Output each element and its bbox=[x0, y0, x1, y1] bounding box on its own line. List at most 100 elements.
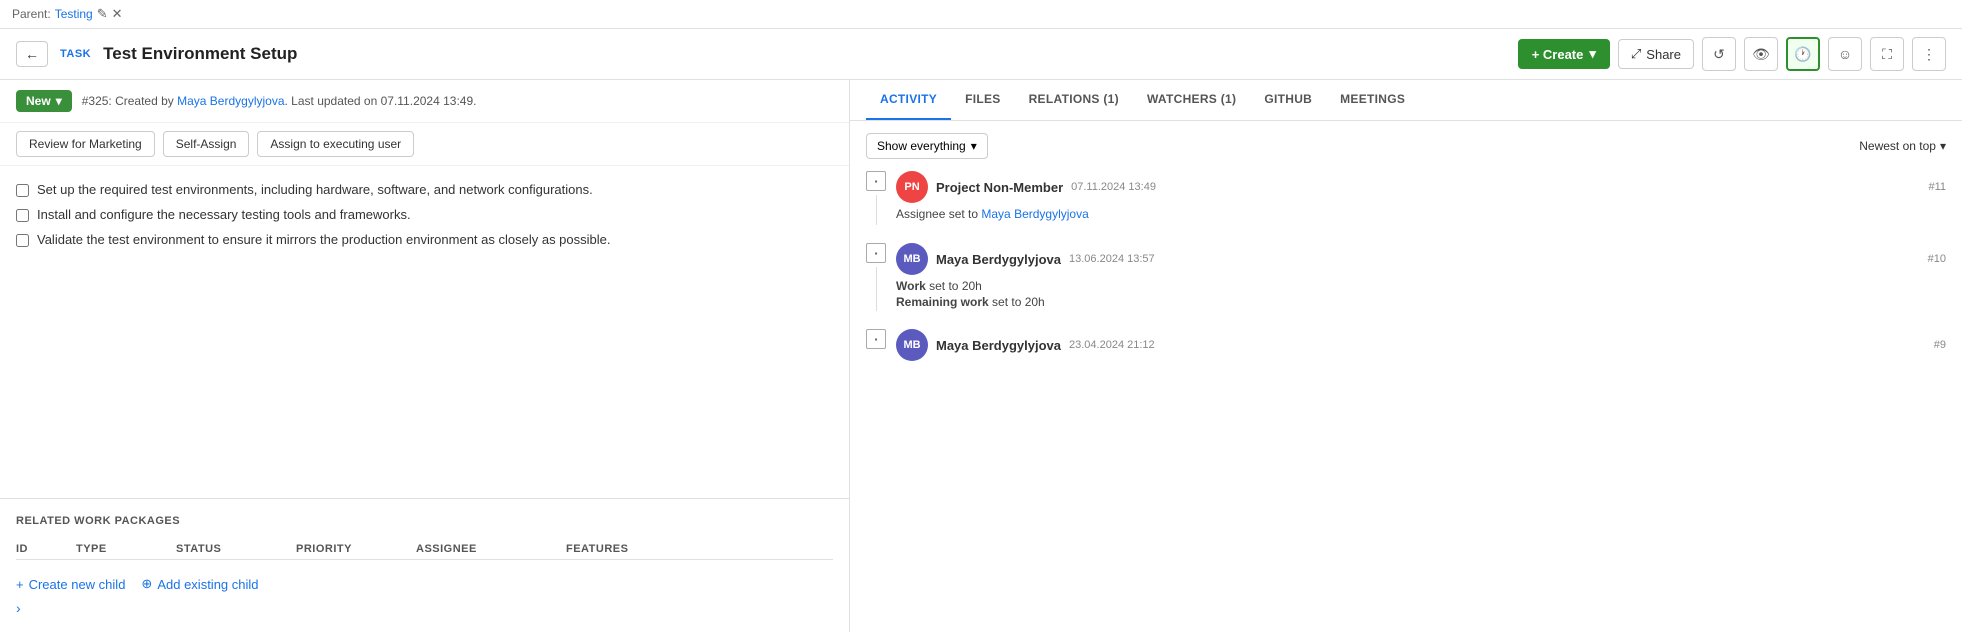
col-features: FEATURES bbox=[566, 543, 716, 555]
right-panel: ACTIVITY FILES RELATIONS (1) WATCHERS (1… bbox=[850, 80, 1962, 632]
history-btn[interactable]: ↺ bbox=[1702, 37, 1736, 71]
task-title: Test Environment Setup bbox=[103, 44, 297, 64]
activity-user-3: Maya Berdygylyjova bbox=[936, 338, 1061, 353]
self-assign-btn[interactable]: Self-Assign bbox=[163, 131, 250, 157]
review-marketing-btn[interactable]: Review for Marketing bbox=[16, 131, 155, 157]
description-area: Set up the required test environments, i… bbox=[0, 166, 849, 498]
checklist-text-2: Install and configure the necessary test… bbox=[37, 207, 411, 222]
activity-time-2: 13.06.2024 13:57 bbox=[1069, 253, 1155, 265]
activity-content-1: PN Project Non-Member 07.11.2024 13:49 #… bbox=[896, 171, 1946, 225]
activity-number-2: #10 bbox=[1928, 253, 1946, 265]
related-section: RELATED WORK PACKAGES ID TYPE STATUS PRI… bbox=[0, 498, 849, 632]
eye-btn[interactable]: 👁 bbox=[1744, 37, 1778, 71]
activity-user-1: Project Non-Member bbox=[936, 180, 1063, 195]
back-button[interactable]: ← bbox=[16, 41, 48, 67]
checklist-text-1: Set up the required test environments, i… bbox=[37, 182, 593, 197]
mood-btn[interactable]: ☺ bbox=[1828, 37, 1862, 71]
checklist-item-2: Install and configure the necessary test… bbox=[16, 207, 833, 222]
activity-entry-3: ▪ MB Maya Berdygylyjova 23.04.2024 21:12… bbox=[866, 329, 1946, 365]
activity-time-1: 07.11.2024 13:49 bbox=[1071, 181, 1156, 193]
share-label: Share bbox=[1646, 47, 1681, 62]
col-type: TYPE bbox=[76, 543, 176, 555]
activity-content-2: MB Maya Berdygylyjova 13.06.2024 13:57 #… bbox=[896, 243, 1946, 311]
activity-header-3: MB Maya Berdygylyjova 23.04.2024 21:12 #… bbox=[896, 329, 1946, 361]
tab-meetings[interactable]: MEETINGS bbox=[1326, 80, 1419, 120]
activity-entry-2: ▪ MB Maya Berdygylyjova 13.06.2024 13:57… bbox=[866, 243, 1946, 311]
activity-detail-1a: Assignee set to Maya Berdygylyjova bbox=[896, 207, 1946, 221]
checkbox-1[interactable] bbox=[16, 184, 29, 197]
assign-executing-btn[interactable]: Assign to executing user bbox=[257, 131, 414, 157]
status-caret: ▾ bbox=[56, 94, 62, 108]
activity-header-1: PN Project Non-Member 07.11.2024 13:49 #… bbox=[896, 171, 1946, 203]
activity-icon-3: ▪ bbox=[866, 329, 886, 349]
activity-icon-2: ▪ bbox=[866, 243, 886, 263]
sort-label: Newest on top bbox=[1859, 139, 1936, 153]
header-right: + Create ▾ ⤢ Share ↺ 👁 🕐 ☺ ⛶ ⋮ bbox=[1518, 37, 1946, 71]
share-icon: ⤢ bbox=[1631, 46, 1641, 62]
left-panel: New ▾ #325: Created by Maya Berdygylyjov… bbox=[0, 80, 850, 632]
create-caret: ▾ bbox=[1589, 46, 1596, 62]
avatar-mb-3: MB bbox=[896, 329, 928, 361]
add-child-btn[interactable]: ⊕ Add existing child bbox=[141, 576, 258, 592]
parent-text: Parent: bbox=[12, 7, 51, 21]
add-child-label: Add existing child bbox=[157, 577, 258, 592]
checkbox-2[interactable] bbox=[16, 209, 29, 222]
create-button[interactable]: + Create ▾ bbox=[1518, 39, 1610, 69]
parent-link[interactable]: Testing bbox=[55, 7, 93, 21]
action-buttons: Review for Marketing Self-Assign Assign … bbox=[0, 123, 849, 166]
col-status: STATUS bbox=[176, 543, 296, 555]
activity-list: ▪ PN Project Non-Member 07.11.2024 13:49… bbox=[850, 171, 1962, 383]
expand-btn[interactable]: › bbox=[16, 600, 21, 616]
fullscreen-btn[interactable]: ⛶ bbox=[1870, 37, 1904, 71]
parent-bar: Parent: Testing ✎ ✕ bbox=[0, 0, 1962, 29]
tab-files[interactable]: FILES bbox=[951, 80, 1015, 120]
status-label: New bbox=[26, 94, 51, 108]
activity-header-2: MB Maya Berdygylyjova 13.06.2024 13:57 #… bbox=[896, 243, 1946, 275]
content-area: New ▾ #325: Created by Maya Berdygylyjov… bbox=[0, 80, 1962, 632]
create-label: + Create bbox=[1532, 47, 1584, 62]
tab-relations[interactable]: RELATIONS (1) bbox=[1015, 80, 1133, 120]
create-child-label: Create new child bbox=[29, 577, 126, 592]
activity-number-3: #9 bbox=[1934, 339, 1946, 351]
header-left: ← TASK Test Environment Setup bbox=[16, 41, 297, 67]
activity-icon-1: ▪ bbox=[866, 171, 886, 191]
status-badge[interactable]: New ▾ bbox=[16, 90, 72, 112]
checklist-item-3: Validate the test environment to ensure … bbox=[16, 232, 833, 247]
link-icon: ⊕ bbox=[141, 576, 152, 592]
activity-entry-1: ▪ PN Project Non-Member 07.11.2024 13:49… bbox=[866, 171, 1946, 225]
col-assignee: ASSIGNEE bbox=[416, 543, 566, 555]
task-type-label: TASK bbox=[60, 48, 91, 60]
tab-github[interactable]: GITHUB bbox=[1250, 80, 1326, 120]
filter-dropdown[interactable]: Show everything ▾ bbox=[866, 133, 988, 159]
activity-detail-2b: Remaining work set to 20h bbox=[896, 295, 1946, 309]
more-btn[interactable]: ⋮ bbox=[1912, 37, 1946, 71]
clock-btn[interactable]: 🕐 bbox=[1786, 37, 1820, 71]
sort-dropdown[interactable]: Newest on top ▾ bbox=[1859, 139, 1946, 153]
creator-link[interactable]: Maya Berdygylyjova bbox=[177, 94, 284, 108]
tabs-row: ACTIVITY FILES RELATIONS (1) WATCHERS (1… bbox=[850, 80, 1962, 121]
status-row: New ▾ #325: Created by Maya Berdygylyjov… bbox=[0, 80, 849, 123]
checklist-item-1: Set up the required test environments, i… bbox=[16, 182, 833, 197]
edit-parent-btn[interactable]: ✎ bbox=[97, 6, 108, 22]
table-actions: + Create new child ⊕ Add existing child bbox=[16, 568, 833, 600]
filter-label: Show everything bbox=[877, 139, 966, 153]
status-meta: #325: Created by Maya Berdygylyjova. Las… bbox=[82, 94, 477, 108]
avatar-pn-1: PN bbox=[896, 171, 928, 203]
filter-caret: ▾ bbox=[971, 139, 977, 153]
avatar-mb-2: MB bbox=[896, 243, 928, 275]
create-child-btn[interactable]: + Create new child bbox=[16, 576, 125, 592]
checklist-text-3: Validate the test environment to ensure … bbox=[37, 232, 611, 247]
checkbox-3[interactable] bbox=[16, 234, 29, 247]
main-header: ← TASK Test Environment Setup + Create ▾… bbox=[0, 29, 1962, 80]
share-button[interactable]: ⤢ Share bbox=[1618, 39, 1694, 69]
activity-time-3: 23.04.2024 21:12 bbox=[1069, 339, 1155, 351]
tab-watchers[interactable]: WATCHERS (1) bbox=[1133, 80, 1250, 120]
related-title: RELATED WORK PACKAGES bbox=[16, 515, 833, 527]
activity-controls: Show everything ▾ Newest on top ▾ bbox=[850, 121, 1962, 171]
sort-caret: ▾ bbox=[1940, 139, 1946, 153]
close-parent-btn[interactable]: ✕ bbox=[112, 6, 123, 22]
col-id: ID bbox=[16, 543, 76, 555]
assignee-link-1[interactable]: Maya Berdygylyjova bbox=[981, 207, 1088, 221]
tab-activity[interactable]: ACTIVITY bbox=[866, 80, 951, 120]
table-header: ID TYPE STATUS PRIORITY ASSIGNEE FEATURE… bbox=[16, 539, 833, 560]
